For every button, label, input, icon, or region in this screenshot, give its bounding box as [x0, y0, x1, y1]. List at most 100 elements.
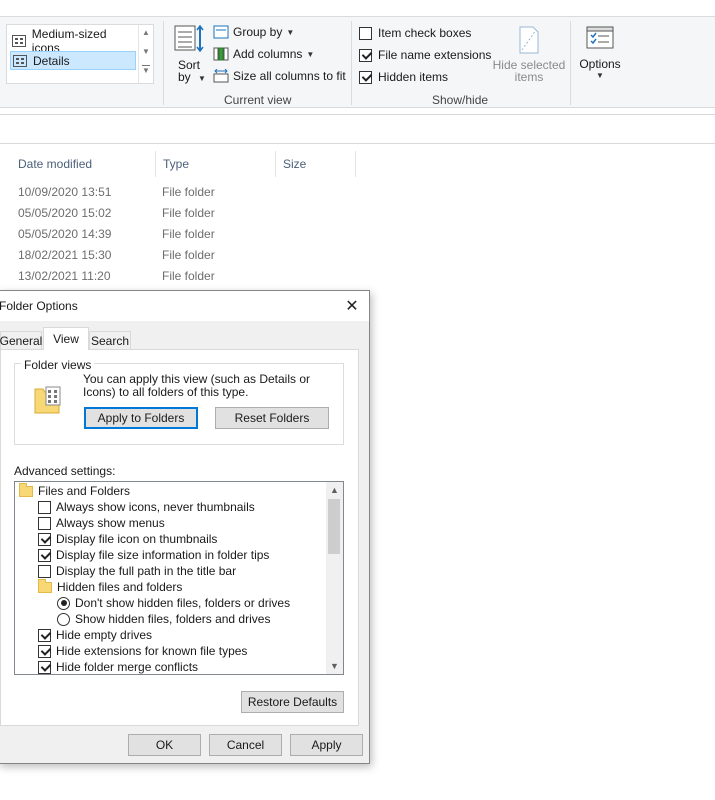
reset-folders-button[interactable]: Reset Folders — [215, 407, 329, 429]
type-cell: File folder — [162, 269, 215, 283]
always-show-menus-checkbox[interactable] — [38, 516, 51, 530]
hide-folder-merge-conflicts-checkbox[interactable] — [38, 660, 51, 674]
table-row[interactable]: 10/09/2020 13:51 File folder — [0, 182, 360, 203]
cancel-button[interactable]: Cancel — [209, 734, 282, 756]
ribbon-separator — [163, 21, 164, 105]
chevron-down-icon: ▼ — [306, 49, 315, 59]
restore-defaults-button[interactable]: Restore Defaults — [241, 691, 344, 713]
chevron-down-icon: ▼ — [596, 71, 604, 80]
column-type[interactable]: Type — [163, 151, 189, 177]
type-cell: File folder — [162, 206, 215, 220]
type-cell: File folder — [162, 185, 215, 199]
tree-checkbox-item[interactable]: Always show icons, never thumbnails — [38, 499, 255, 515]
options-icon — [586, 26, 614, 49]
item-check-boxes-toggle[interactable]: Item check boxes — [359, 23, 471, 43]
dont-show-hidden-radio[interactable] — [57, 596, 70, 610]
column-separator[interactable] — [355, 151, 356, 177]
item-check-boxes-checkbox[interactable] — [359, 26, 372, 40]
tree-checkbox-item[interactable]: Display file icon on thumbnails — [38, 531, 217, 547]
close-icon: ✕ — [345, 298, 359, 315]
tree-scrollbar[interactable]: ▲ ▼ — [326, 482, 343, 674]
tree-checkbox-item[interactable]: Hide empty drives — [38, 627, 152, 643]
folder-views-icon — [34, 386, 61, 414]
scroll-up-icon[interactable]: ▲ — [326, 482, 343, 498]
tab-general[interactable]: General — [0, 331, 42, 349]
tab-view[interactable]: View — [43, 327, 89, 350]
hide-selected-items-button[interactable]: Hide selected items — [492, 25, 566, 89]
apply-to-folders-button[interactable]: Apply to Folders — [84, 407, 198, 429]
date-cell: 05/05/2020 15:02 — [18, 206, 112, 220]
hide-selected-icon — [519, 26, 539, 54]
tree-checkbox-item[interactable]: Always show menus — [38, 515, 165, 531]
sort-by-icon — [174, 24, 204, 53]
date-cell: 10/09/2020 13:51 — [18, 185, 112, 199]
table-row[interactable]: 05/05/2020 14:39 File folder — [0, 224, 360, 245]
hidden-items-checkbox[interactable] — [359, 70, 372, 84]
ribbon-separator — [351, 21, 352, 105]
apply-button[interactable]: Apply — [290, 734, 363, 756]
medium-icons-icon — [12, 34, 26, 47]
options-button[interactable]: Options ▼ — [576, 25, 624, 89]
type-cell: File folder — [162, 227, 215, 241]
hide-empty-drives-checkbox[interactable] — [38, 628, 51, 642]
sort-by-button[interactable]: Sort by ▼ — [172, 23, 206, 87]
ribbon: Medium-sized icons Details ▲ ▼ ▼ Sort by… — [0, 16, 715, 108]
always-show-icons-checkbox[interactable] — [38, 500, 51, 514]
date-cell: 18/02/2021 15:30 — [18, 248, 112, 262]
advanced-settings-label: Advanced settings: — [14, 464, 116, 478]
ribbon-separator — [570, 21, 571, 105]
display-file-icon-checkbox[interactable] — [38, 532, 51, 546]
dialog-title-bar[interactable]: Folder Options ✕ — [0, 291, 369, 321]
show-hide-group-label: Show/hide — [432, 93, 489, 107]
date-cell: 05/05/2020 14:39 — [18, 227, 112, 241]
column-separator[interactable] — [155, 151, 156, 177]
current-view-group-label: Current view — [224, 93, 292, 107]
tree-radio-item[interactable]: Don't show hidden files, folders or driv… — [57, 595, 290, 611]
tab-search[interactable]: Search — [89, 331, 131, 349]
chevron-down-icon: ▼ — [286, 27, 295, 37]
layout-medium-icons[interactable]: Medium-sized icons — [10, 27, 136, 55]
tree-checkbox-item[interactable]: Display the full path in the title bar — [38, 563, 236, 579]
scroll-thumb[interactable] — [328, 499, 340, 554]
show-hidden-radio[interactable] — [57, 612, 70, 626]
folder-views-description: You can apply this view (such as Details… — [83, 372, 311, 399]
close-button[interactable]: ✕ — [341, 295, 363, 317]
column-separator[interactable] — [275, 151, 276, 177]
tree-checkbox-item[interactable]: Hide extensions for known file types — [38, 643, 247, 659]
advanced-settings-tree[interactable]: Files and Folders Always show icons, nev… — [14, 481, 344, 675]
group-by-button[interactable]: Group by ▼ — [213, 22, 294, 42]
file-name-extensions-toggle[interactable]: File name extensions — [359, 45, 491, 65]
gallery-up-icon[interactable]: ▲ — [142, 28, 150, 37]
gallery-more-icon[interactable]: ▼ — [142, 65, 150, 75]
folder-icon — [38, 578, 52, 593]
add-columns-icon — [213, 47, 229, 61]
tree-checkbox-item[interactable]: Display file size information in folder … — [38, 547, 269, 563]
ok-button[interactable]: OK — [128, 734, 201, 756]
address-bar[interactable] — [0, 114, 715, 144]
gallery-down-icon[interactable]: ▼ — [142, 47, 150, 56]
column-date-modified[interactable]: Date modified — [18, 151, 92, 177]
hidden-items-toggle[interactable]: Hidden items — [359, 67, 448, 87]
tree-radio-item[interactable]: Show hidden files, folders and drives — [57, 611, 270, 627]
layout-gallery-scroll: ▲ ▼ ▼ — [138, 25, 153, 83]
type-cell: File folder — [162, 248, 215, 262]
tree-checkbox-item[interactable]: Hide folder merge conflicts — [38, 659, 198, 674]
folder-options-dialog: Folder Options ✕ General View Search Fol… — [0, 290, 370, 764]
layout-details[interactable]: Details — [10, 51, 136, 70]
file-name-extensions-checkbox[interactable] — [359, 48, 372, 62]
group-by-icon — [213, 25, 229, 39]
scroll-down-icon[interactable]: ▼ — [326, 658, 343, 674]
table-row[interactable]: 18/02/2021 15:30 File folder — [0, 245, 360, 266]
hide-extensions-checkbox[interactable] — [38, 644, 51, 658]
add-columns-button[interactable]: Add columns ▼ — [213, 44, 314, 64]
display-full-path-checkbox[interactable] — [38, 564, 51, 578]
size-all-columns-button[interactable]: Size all columns to fit — [213, 66, 346, 86]
date-cell: 13/02/2021 11:20 — [18, 269, 111, 283]
table-row[interactable]: 05/05/2020 15:02 File folder — [0, 203, 360, 224]
sort-by-label: Sort by — [178, 58, 201, 84]
column-size[interactable]: Size — [283, 151, 306, 177]
tree-folder-item[interactable]: Files and Folders — [19, 482, 130, 499]
table-row[interactable]: 13/02/2021 11:20 File folder — [0, 266, 360, 287]
display-file-size-checkbox[interactable] — [38, 548, 51, 562]
tree-folder-item[interactable]: Hidden files and folders — [38, 578, 182, 595]
